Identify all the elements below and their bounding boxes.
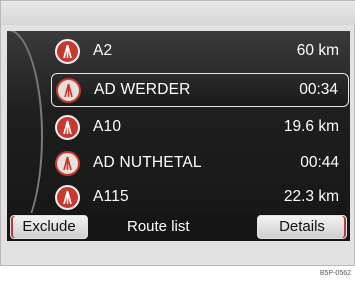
- motorway-icon: [55, 115, 80, 140]
- route-item-label: AD WERDER: [94, 81, 191, 98]
- route-item-label: A115: [93, 188, 129, 205]
- route-item-value: 60 km: [296, 42, 339, 59]
- navigation-screen: A2 60 km AD WERDER 00:34 A10 19.6 km AD …: [7, 31, 350, 238]
- route-list-item-selected[interactable]: AD WERDER 00:34: [51, 73, 349, 107]
- route-item-value: 22.3 km: [283, 188, 339, 205]
- route-item-value: 00:34: [299, 81, 338, 98]
- route-list-item[interactable]: A115 22.3 km: [51, 181, 349, 215]
- route-item-label: AD NUTHETAL: [93, 154, 202, 171]
- route-list-item[interactable]: A10 19.6 km: [51, 111, 349, 145]
- exclude-button[interactable]: Exclude: [10, 215, 88, 239]
- top-bar: [1, 1, 355, 25]
- softkey-bar: Exclude Route list Details: [7, 213, 350, 241]
- details-button[interactable]: Details: [257, 215, 347, 239]
- motorway-icon: [55, 39, 80, 64]
- scroll-position-indicator: [7, 37, 38, 141]
- device-frame: A2 60 km AD WERDER 00:34 A10 19.6 km AD …: [0, 0, 355, 266]
- motorway-junction-icon: [56, 78, 81, 103]
- route-item-value: 19.6 km: [283, 118, 339, 135]
- route-list-item[interactable]: A2 60 km: [51, 35, 349, 69]
- motorway-icon: [55, 185, 80, 210]
- route-item-label: A10: [93, 118, 122, 135]
- route-item-label: A2: [93, 42, 113, 59]
- motorway-junction-icon: [55, 151, 80, 176]
- screen-title: Route list: [127, 218, 190, 235]
- route-item-value: 00:44: [300, 154, 339, 171]
- route-list-item[interactable]: AD NUTHETAL 00:44: [51, 147, 349, 181]
- figure-code: B5P-0562: [319, 270, 351, 277]
